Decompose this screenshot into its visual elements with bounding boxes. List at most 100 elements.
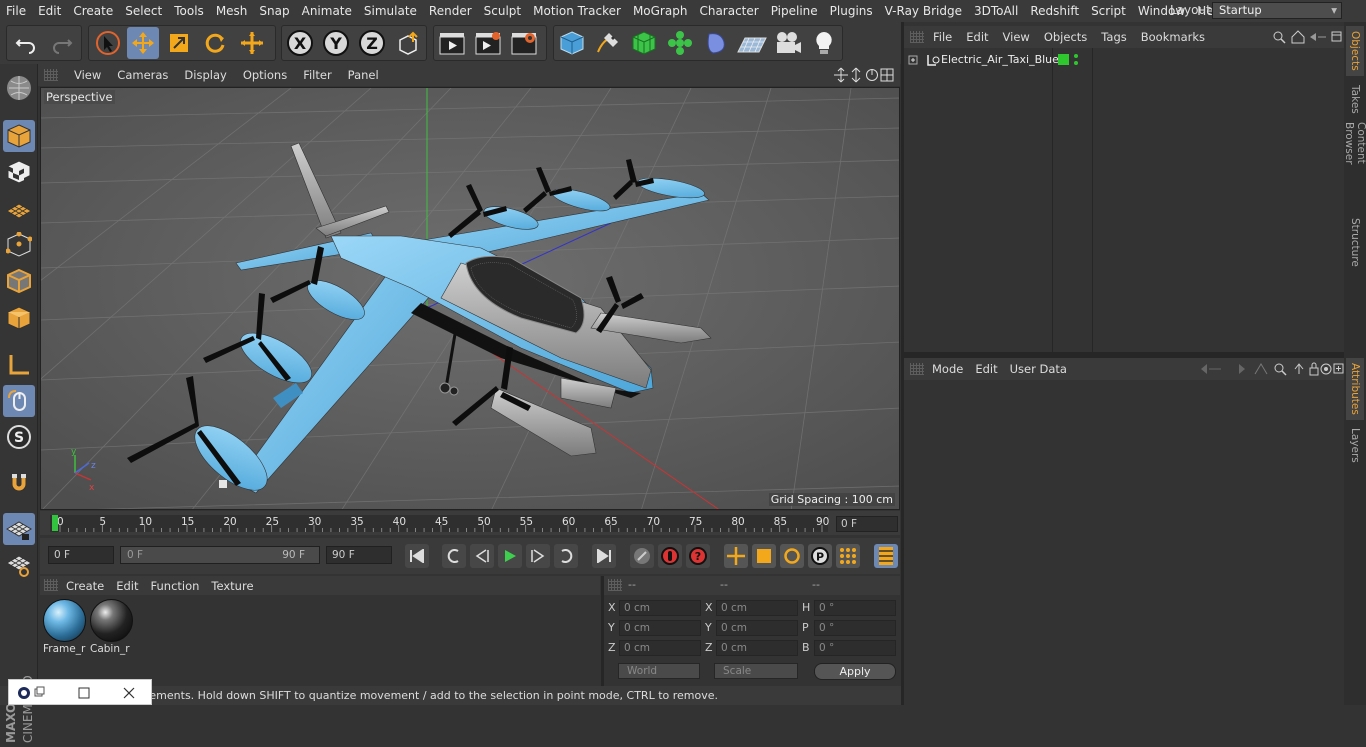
record-scale-icon[interactable] [752, 544, 776, 568]
viewport-menu-panel[interactable]: Panel [340, 68, 387, 82]
size-x-field[interactable]: 0 cm [716, 600, 798, 616]
rot-h-field[interactable]: 0 ° [814, 600, 896, 616]
record-keys-icon[interactable] [630, 544, 654, 568]
attribute-menu-edit[interactable]: Edit [969, 362, 1003, 376]
material-menu-create[interactable]: Create [60, 579, 110, 593]
tab-attributes[interactable]: Attributes [1346, 358, 1364, 420]
play-forward-icon[interactable] [498, 544, 522, 568]
menu-simulate[interactable]: Simulate [358, 4, 423, 18]
start-frame-field[interactable]: 0 F [48, 546, 114, 564]
material-swatch[interactable]: Frame_r [43, 599, 87, 655]
viewport-menu-display[interactable]: Display [176, 68, 234, 82]
move-icon[interactable] [127, 27, 159, 59]
menu-sculpt[interactable]: Sculpt [478, 4, 527, 18]
make-editable-icon[interactable] [3, 72, 35, 104]
timeline-playhead[interactable] [52, 515, 58, 531]
object-menu-view[interactable]: View [996, 30, 1037, 44]
menu-vray-bridge[interactable]: V-Ray Bridge [879, 4, 968, 18]
axis-z-icon[interactable]: Z [356, 27, 388, 59]
menu-snap[interactable]: Snap [253, 4, 295, 18]
scale-icon[interactable] [163, 27, 195, 59]
next-key-icon[interactable] [554, 544, 578, 568]
axis-mode-icon[interactable] [3, 349, 35, 381]
polygons-mode-icon[interactable] [3, 302, 35, 334]
subdivision-surface-icon[interactable] [628, 27, 660, 59]
frame-range-slider[interactable]: 0 F 90 F [120, 546, 320, 564]
axis-y-icon[interactable]: Y [320, 27, 352, 59]
menu-3dtoall[interactable]: 3DToAll [968, 4, 1024, 18]
layer-visibility-icon[interactable] [1058, 53, 1082, 67]
menu-character[interactable]: Character [693, 4, 764, 18]
record-rotation-icon[interactable] [780, 544, 804, 568]
keyframe-selection-icon[interactable]: ? [686, 544, 710, 568]
texture-mode-icon[interactable] [3, 156, 35, 188]
panel-grip-icon[interactable] [44, 579, 58, 591]
rotate-icon[interactable] [199, 27, 231, 59]
current-frame-field[interactable]: 0 F [836, 516, 898, 532]
material-menu-texture[interactable]: Texture [205, 579, 259, 593]
recent-tool-icon[interactable] [236, 27, 268, 59]
attribute-menu-user-data[interactable]: User Data [1004, 362, 1073, 376]
redo-icon[interactable] [46, 27, 78, 59]
previous-frame-icon[interactable] [470, 544, 494, 568]
object-menu-tags[interactable]: Tags [1094, 30, 1133, 44]
timeline-ruler[interactable]: 0 5 10 15 20 25 30 35 40 45 50 55 60 65 70 75 80 85 90 0 F [40, 511, 900, 535]
menu-redshift[interactable]: Redshift [1024, 4, 1085, 18]
pos-z-field[interactable]: 0 cm [619, 640, 701, 656]
pen-spline-icon[interactable] [592, 27, 624, 59]
material-menu-edit[interactable]: Edit [110, 579, 144, 593]
viewport-camera-label[interactable]: Perspective [44, 90, 115, 104]
cube-primitive-icon[interactable] [556, 27, 588, 59]
menu-motion-tracker[interactable]: Motion Tracker [527, 4, 627, 18]
attribute-menu-mode[interactable]: Mode [926, 362, 969, 376]
menu-mograph[interactable]: MoGraph [627, 4, 694, 18]
object-menu-file[interactable]: File [926, 30, 959, 44]
menu-file[interactable]: File [0, 4, 32, 18]
floor-icon[interactable] [736, 27, 768, 59]
material-menu-function[interactable]: Function [145, 579, 206, 593]
apply-button[interactable]: Apply [814, 663, 896, 680]
undo-icon[interactable] [10, 27, 42, 59]
record-parameter-icon[interactable]: P [808, 544, 832, 568]
select-cursor-icon[interactable] [92, 27, 124, 59]
tab-takes[interactable]: Takes [1346, 80, 1364, 118]
go-to-end-icon[interactable] [592, 544, 616, 568]
rot-p-field[interactable]: 0 ° [814, 620, 896, 636]
tab-structure[interactable]: Structure [1346, 212, 1364, 272]
viewport-menu-filter[interactable]: Filter [295, 68, 339, 82]
viewport-menu-options[interactable]: Options [235, 68, 295, 82]
timeline-window-icon[interactable] [874, 544, 898, 568]
render-picture-viewer-icon[interactable] [472, 27, 504, 59]
cloner-icon[interactable] [664, 27, 696, 59]
light-icon[interactable] [808, 27, 840, 59]
object-menu-edit[interactable]: Edit [959, 30, 995, 44]
coordinate-system-icon[interactable] [393, 27, 425, 59]
camera-icon[interactable] [772, 27, 804, 59]
autokey-icon[interactable] [658, 544, 682, 568]
attribute-manager-tool-icons[interactable] [1199, 362, 1344, 376]
panel-grip-icon[interactable] [608, 579, 622, 591]
snap-magnet-icon[interactable] [3, 467, 35, 499]
render-view-icon[interactable] [436, 27, 468, 59]
object-manager-tool-icons[interactable] [1272, 30, 1344, 44]
object-menu-bookmarks[interactable]: Bookmarks [1134, 30, 1212, 44]
tab-objects[interactable]: Objects [1346, 26, 1364, 76]
menu-edit[interactable]: Edit [32, 4, 67, 18]
workplane-lock-icon[interactable] [3, 513, 35, 545]
end-frame-field[interactable]: 90 F [326, 546, 392, 564]
object-menu-objects[interactable]: Objects [1037, 30, 1094, 44]
panel-grip-icon[interactable] [44, 69, 58, 81]
menu-render[interactable]: Render [423, 4, 478, 18]
menu-animate[interactable]: Animate [296, 4, 358, 18]
model-mode-icon[interactable] [3, 120, 35, 152]
object-row[interactable]: Electric_Air_Taxi_Blue [904, 51, 1059, 69]
menu-pipeline[interactable]: Pipeline [765, 4, 824, 18]
perspective-viewport[interactable]: y z x Perspective Grid Spacing : 100 cm [40, 87, 900, 510]
next-frame-icon[interactable] [526, 544, 550, 568]
close-icon[interactable] [122, 686, 136, 700]
points-mode-icon[interactable] [3, 229, 35, 261]
pos-x-field[interactable]: 0 cm [619, 600, 701, 616]
menu-plugins[interactable]: Plugins [824, 4, 879, 18]
rot-b-field[interactable]: 0 ° [814, 640, 896, 656]
tab-layers[interactable]: Layers [1346, 424, 1364, 466]
